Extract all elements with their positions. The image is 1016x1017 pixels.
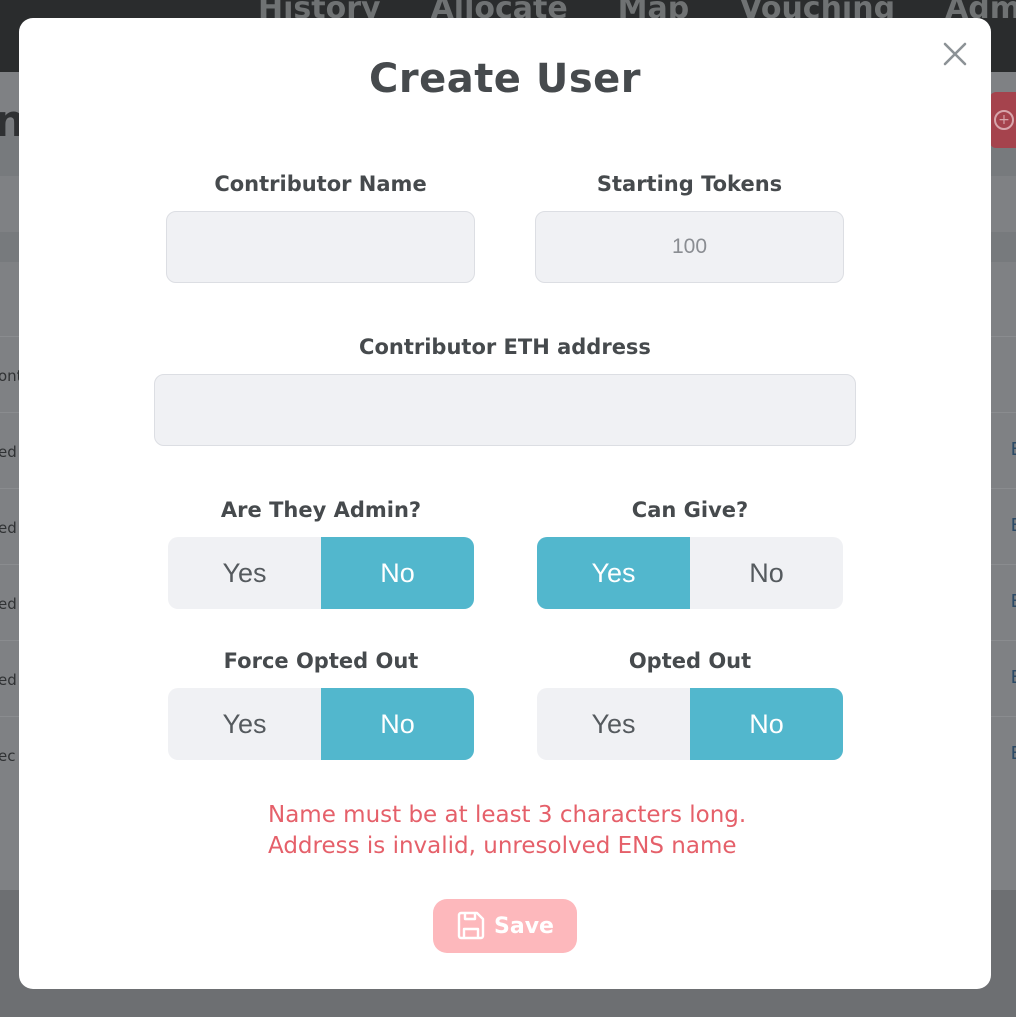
eth-address-label: Contributor ETH address — [359, 335, 651, 359]
is-admin-label: Are They Admin? — [220, 498, 422, 522]
force-opted-out-yes-option[interactable]: Yes — [168, 688, 321, 760]
table-cell: ed — [0, 443, 17, 461]
save-button[interactable]: Save — [433, 899, 577, 953]
name-error-message: Name must be at least 3 characters long. — [268, 802, 747, 828]
force-opted-out-toggle: Yes No — [168, 688, 474, 760]
nav-history[interactable]: History — [258, 0, 381, 18]
opted-out-label: Opted Out — [628, 649, 752, 673]
save-button-label: Save — [494, 913, 554, 939]
starting-tokens-input[interactable] — [535, 211, 844, 283]
can-give-no-option[interactable]: No — [690, 537, 843, 609]
nav-map[interactable]: Map — [618, 0, 690, 18]
nav-vouching[interactable]: Vouching — [739, 0, 895, 18]
edit-link[interactable]: E — [1011, 667, 1016, 688]
force-opted-out-no-option[interactable]: No — [321, 688, 474, 760]
table-cell: ed — [0, 671, 17, 689]
eth-address-input[interactable] — [154, 374, 856, 446]
edit-link[interactable]: E — [1011, 591, 1016, 612]
is-admin-yes-option[interactable]: Yes — [168, 537, 321, 609]
validation-errors: Name must be at least 3 characters long.… — [268, 800, 746, 862]
nav-allocate[interactable]: Allocate — [431, 0, 568, 18]
table-cell: ec — [0, 747, 16, 765]
force-opted-out-label: Force Opted Out — [223, 649, 419, 673]
modal-title: Create User — [368, 56, 642, 102]
opted-out-toggle: Yes No — [537, 688, 843, 760]
starting-tokens-label: Starting Tokens — [596, 172, 783, 196]
address-error-message: Address is invalid, unresolved ENS name — [268, 833, 737, 859]
nav-admin[interactable]: Admin — [945, 0, 1016, 18]
contributor-name-input[interactable] — [166, 211, 475, 283]
can-give-yes-option[interactable]: Yes — [537, 537, 690, 609]
can-give-label: Can Give? — [631, 498, 749, 522]
plus-circle-icon: + — [994, 110, 1014, 130]
save-icon — [457, 911, 485, 940]
can-give-toggle: Yes No — [537, 537, 843, 609]
edit-link[interactable]: E — [1011, 515, 1016, 536]
contributor-name-label: Contributor Name — [214, 172, 427, 196]
opted-out-yes-option[interactable]: Yes — [537, 688, 690, 760]
opted-out-no-option[interactable]: No — [690, 688, 843, 760]
create-user-modal: Create User Contributor Name Starting To… — [19, 18, 991, 989]
edit-link[interactable]: E — [1011, 743, 1016, 764]
edit-link[interactable]: E — [1011, 439, 1016, 460]
is-admin-toggle: Yes No — [168, 537, 474, 609]
table-cell: ed — [0, 595, 17, 613]
is-admin-no-option[interactable]: No — [321, 537, 474, 609]
